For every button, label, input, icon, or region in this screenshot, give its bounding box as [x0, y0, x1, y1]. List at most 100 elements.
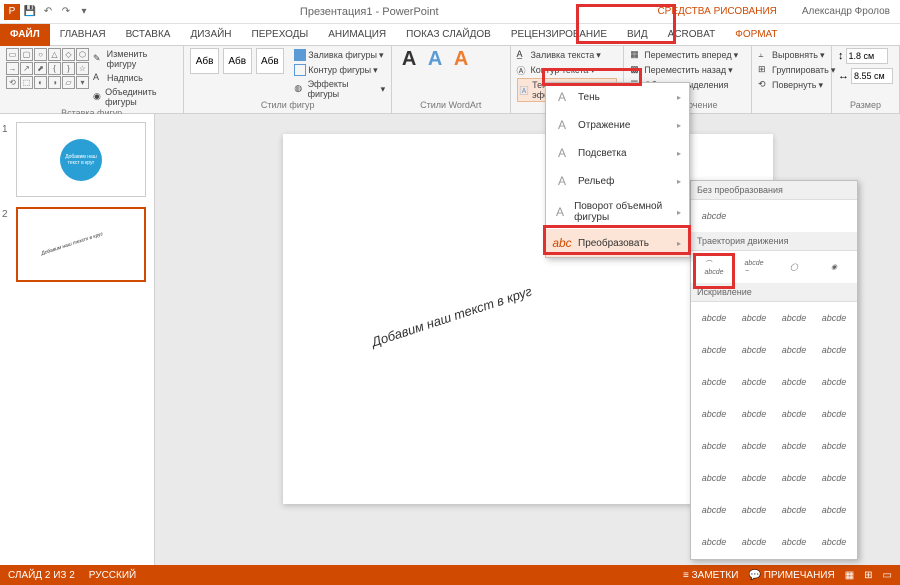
- width-input[interactable]: 8.55 см: [851, 68, 893, 84]
- shape-effects-button[interactable]: ◍Эффекты фигуры ▾: [294, 78, 385, 100]
- warp-31[interactable]: abcde: [777, 530, 811, 554]
- shape-fill-button[interactable]: Заливка фигуры ▾: [294, 48, 385, 62]
- textbox-button[interactable]: AНадпись: [93, 71, 177, 85]
- warp-8[interactable]: abcde: [817, 338, 851, 362]
- warp-10[interactable]: abcde: [737, 370, 771, 394]
- warp-32[interactable]: abcde: [817, 530, 851, 554]
- warp-24[interactable]: abcde: [817, 466, 851, 490]
- warp-25[interactable]: abcde: [697, 498, 731, 522]
- warp-21[interactable]: abcde: [697, 466, 731, 490]
- warp-19[interactable]: abcde: [777, 434, 811, 458]
- warp-6[interactable]: abcde: [737, 338, 771, 362]
- no-transform-option[interactable]: abcde: [697, 204, 731, 228]
- slide-panel: 1 Добавим наш текст в круг 2 Добавим наш…: [0, 114, 155, 565]
- warp-26[interactable]: abcde: [737, 498, 771, 522]
- warp-9[interactable]: abcde: [697, 370, 731, 394]
- dd-transform[interactable]: abcПреобразовать▸: [546, 229, 689, 257]
- slide-indicator[interactable]: СЛАЙД 2 ИЗ 2: [8, 570, 75, 581]
- align-button[interactable]: ⫠Выровнять ▾: [758, 48, 835, 62]
- rotate-button[interactable]: ⟲Повернуть ▾: [758, 78, 835, 92]
- warp-12[interactable]: abcde: [817, 370, 851, 394]
- warp-11[interactable]: abcde: [777, 370, 811, 394]
- height-input[interactable]: 1.8 см: [846, 48, 888, 64]
- titlebar: P 💾 ↶ ↷ ▾ Презентация1 - PowerPoint СРЕД…: [0, 0, 900, 24]
- warp-27[interactable]: abcde: [777, 498, 811, 522]
- qat-more-icon[interactable]: ▾: [76, 4, 92, 20]
- warp-28[interactable]: abcde: [817, 498, 851, 522]
- size-group-label: Размер: [838, 100, 893, 111]
- thumb-circle-text: Добавим наш текст в круг: [60, 154, 102, 166]
- dd-shadow[interactable]: AТень▸: [546, 83, 689, 111]
- warp-7[interactable]: abcde: [777, 338, 811, 362]
- warp-16[interactable]: abcde: [817, 402, 851, 426]
- tab-slideshow[interactable]: ПОКАЗ СЛАЙДОВ: [396, 24, 501, 46]
- tab-home[interactable]: ГЛАВНАЯ: [50, 24, 116, 46]
- save-icon[interactable]: 💾: [22, 4, 38, 20]
- undo-icon[interactable]: ↶: [40, 4, 56, 20]
- view-reading-icon[interactable]: ▭: [883, 570, 892, 581]
- path-arch[interactable]: ⌒abcde: [697, 255, 731, 279]
- path-button[interactable]: ◉: [817, 255, 851, 279]
- redo-icon[interactable]: ↷: [58, 4, 74, 20]
- view-normal-icon[interactable]: ▦: [845, 570, 854, 581]
- tab-view[interactable]: ВИД: [617, 24, 658, 46]
- slide-number-1: 1: [2, 124, 8, 135]
- thumb-circle: Добавим наш текст в круг: [60, 139, 102, 181]
- group-button[interactable]: ⊞Группировать ▾: [758, 63, 835, 77]
- tab-animation[interactable]: АНИМАЦИЯ: [318, 24, 396, 46]
- edit-shape-button[interactable]: ✎Изменить фигуру: [93, 48, 177, 70]
- slide-thumbnail-2[interactable]: 2 Добавим наш текст в круг: [8, 207, 146, 282]
- shape-style-3[interactable]: Абв: [256, 48, 285, 74]
- text-fill-button[interactable]: A̲Заливка текста ▾: [517, 48, 618, 62]
- dd-3d-rotation[interactable]: AПоворот объемной фигуры▸: [546, 195, 689, 229]
- wordart-style-1[interactable]: A: [398, 48, 420, 71]
- ribbon: ▭▢○△◇⬡ →↗⬈{}☆ ⟲⬚◐◑▱▾ ✎Изменить фигуру AН…: [0, 46, 900, 114]
- warp-14[interactable]: abcde: [737, 402, 771, 426]
- warp-18[interactable]: abcde: [737, 434, 771, 458]
- warp-3[interactable]: abcde: [777, 306, 811, 330]
- warp-13[interactable]: abcde: [697, 402, 731, 426]
- reflection-icon: A: [554, 117, 570, 133]
- tab-transitions[interactable]: ПЕРЕХОДЫ: [242, 24, 319, 46]
- warp-1[interactable]: abcde: [697, 306, 731, 330]
- warp-2[interactable]: abcde: [737, 306, 771, 330]
- slide-thumbnail-1[interactable]: 1 Добавим наш текст в круг: [8, 122, 146, 197]
- warp-15[interactable]: abcde: [777, 402, 811, 426]
- shapes-gallery[interactable]: ▭▢○△◇⬡ →↗⬈{}☆ ⟲⬚◐◑▱▾: [6, 48, 89, 89]
- warp-29[interactable]: abcde: [697, 530, 731, 554]
- view-sorter-icon[interactable]: ⊞: [864, 570, 872, 581]
- shape-outline-button[interactable]: Контур фигуры ▾: [294, 63, 385, 77]
- warp-20[interactable]: abcde: [817, 434, 851, 458]
- dd-glow[interactable]: AПодсветка▸: [546, 139, 689, 167]
- comments-button[interactable]: 💬 ПРИМЕЧАНИЯ: [748, 570, 834, 581]
- shape-style-1[interactable]: Абв: [190, 48, 219, 74]
- merge-shapes-button[interactable]: ◉Объединить фигуры: [93, 86, 177, 108]
- wordart-style-2[interactable]: A: [424, 48, 446, 71]
- language-indicator[interactable]: РУССКИЙ: [89, 570, 136, 581]
- curved-text-shape[interactable]: Добавим наш текст в круг: [369, 283, 533, 349]
- text-outline-button[interactable]: ⒶКонтур текста ▾: [517, 63, 618, 77]
- tab-file[interactable]: ФАЙЛ: [0, 24, 50, 46]
- dd-reflection[interactable]: AОтражение▸: [546, 111, 689, 139]
- bring-forward-label: Переместить вперед: [644, 50, 731, 60]
- tab-design[interactable]: ДИЗАЙН: [180, 24, 241, 46]
- tab-insert[interactable]: ВСТАВКА: [116, 24, 181, 46]
- warp-5[interactable]: abcde: [697, 338, 731, 362]
- warp-4[interactable]: abcde: [817, 306, 851, 330]
- shape-style-2[interactable]: Абв: [223, 48, 252, 74]
- bring-forward-button[interactable]: ▦Переместить вперед ▾: [630, 48, 738, 62]
- wordart-style-3[interactable]: A: [450, 48, 472, 71]
- notes-button[interactable]: ≡ ЗАМЕТКИ: [683, 570, 738, 581]
- dd-bevel[interactable]: AРельеф▸: [546, 167, 689, 195]
- warp-30[interactable]: abcde: [737, 530, 771, 554]
- warp-22[interactable]: abcde: [737, 466, 771, 490]
- warp-17[interactable]: abcde: [697, 434, 731, 458]
- tab-format[interactable]: ФОРМАТ: [725, 24, 787, 46]
- path-circle[interactable]: ◯: [777, 255, 811, 279]
- path-arch-down[interactable]: abcde⌣: [737, 255, 771, 279]
- send-backward-button[interactable]: ▩Переместить назад ▾: [630, 63, 738, 77]
- warp-23[interactable]: abcde: [777, 466, 811, 490]
- user-name[interactable]: Александр Фролов: [792, 6, 900, 17]
- tab-review[interactable]: РЕЦЕНЗИРОВАНИЕ: [501, 24, 617, 46]
- tab-acrobat[interactable]: ACROBAT: [658, 24, 726, 46]
